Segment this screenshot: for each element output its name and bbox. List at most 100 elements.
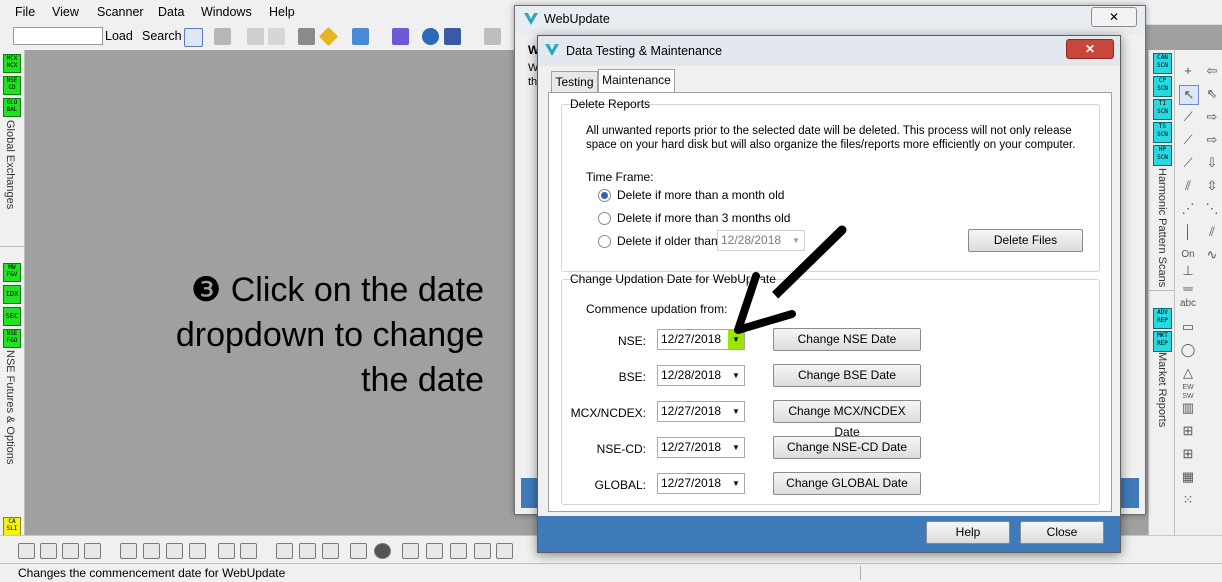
nse-cd-date-picker[interactable]: 12/27/2018 ▼	[657, 437, 745, 458]
nse-cd-chevron-down-icon[interactable]: ▼	[728, 438, 744, 457]
vertical-line-icon[interactable]: │	[1179, 223, 1197, 241]
rectangle-icon[interactable]: ▭	[1179, 318, 1197, 336]
line-tool-icon[interactable]: ⟋	[1179, 154, 1197, 172]
pattern-abc-icon[interactable]	[40, 543, 57, 559]
crosshair-icon[interactable]: +	[1179, 62, 1197, 80]
diamond-tool-icon[interactable]	[318, 26, 339, 47]
notes-icon[interactable]	[484, 28, 501, 45]
radio-month-old[interactable]	[598, 189, 611, 202]
arrow-up-left-icon[interactable]: ⇖	[1203, 85, 1221, 103]
pattern-bar-icon[interactable]	[84, 543, 101, 559]
menu-data[interactable]: Data	[158, 5, 184, 19]
fib-arc-icon[interactable]	[299, 543, 316, 559]
menu-scanner[interactable]: Scanner	[97, 5, 144, 19]
mcx-ncdex-chevron-down-icon[interactable]: ▼	[728, 402, 744, 421]
arrow-left-icon[interactable]: ⇦	[1203, 62, 1221, 80]
mkt-rep-button[interactable]: MKT REP	[1153, 331, 1172, 352]
change-global-date-button[interactable]: Change GLOBAL Date	[773, 472, 921, 495]
regression-icon[interactable]: ⋱	[1203, 200, 1221, 218]
arrow-right-icon[interactable]: ⇨	[1203, 108, 1221, 126]
search-button[interactable]: Search	[142, 29, 182, 43]
cycle-lines-icon[interactable]	[350, 543, 367, 559]
channel-icon[interactable]: ⫽	[1203, 223, 1221, 241]
nse-fo-button[interactable]: NSE F&O	[3, 329, 21, 348]
ca-sli-button[interactable]: CA SLI	[3, 517, 21, 536]
delete-files-button[interactable]: Delete Files	[968, 229, 1083, 252]
gann-icon[interactable]: ⊞	[1179, 422, 1197, 440]
nse-cd-button[interactable]: NSE CD	[3, 76, 21, 95]
globe-icon[interactable]	[422, 28, 439, 45]
angle-icon[interactable]	[402, 543, 419, 559]
bse-chevron-down-icon[interactable]: ▼	[728, 366, 744, 385]
m-tool-icon[interactable]	[352, 28, 369, 45]
ts-scn-button[interactable]: TS SCN	[1153, 122, 1172, 143]
pattern-w-icon[interactable]	[62, 543, 79, 559]
layout-icon[interactable]	[444, 28, 461, 45]
pointer-icon[interactable]: ↖	[1179, 85, 1199, 105]
bars-icon[interactable]: ▥	[1179, 399, 1197, 417]
ruler-icon[interactable]	[240, 543, 257, 559]
mp-icon[interactable]	[374, 543, 391, 559]
tab-testing[interactable]: Testing	[551, 71, 598, 92]
hp-scn-button[interactable]: HP SCN	[1153, 145, 1172, 166]
save-icon[interactable]	[214, 28, 231, 45]
harmonic-4-icon[interactable]	[189, 543, 206, 559]
help-button[interactable]: Help	[926, 521, 1010, 544]
speed-icon[interactable]	[426, 543, 443, 559]
mcx-ncdex-date-picker[interactable]: 12/27/2018 ▼	[657, 401, 745, 422]
mcx-ncx-button[interactable]: MCX NCX	[3, 54, 21, 73]
sec-button[interactable]: SEC	[3, 307, 21, 326]
bse-date-picker[interactable]: 12/28/2018 ▼	[657, 365, 745, 386]
harmonic-3-icon[interactable]	[166, 543, 183, 559]
fib-icon[interactable]: ⊥	[1179, 262, 1197, 280]
radio-older-than[interactable]	[598, 235, 611, 248]
chart-cursor-icon[interactable]	[184, 28, 203, 47]
dialog-close-button[interactable]: ✕	[1066, 39, 1114, 59]
global-date-picker[interactable]: 12/27/2018 ▼	[657, 473, 745, 494]
pattern-123-icon[interactable]	[18, 543, 35, 559]
menu-windows[interactable]: Windows	[201, 5, 252, 19]
global-chevron-down-icon[interactable]: ▼	[728, 474, 744, 493]
close-button[interactable]: Close	[1020, 521, 1104, 544]
arrow-tool-icon[interactable]	[474, 543, 491, 559]
fib-fan-icon[interactable]	[276, 543, 293, 559]
idx-button[interactable]: IDX	[3, 285, 21, 304]
symbol-search-input[interactable]	[13, 27, 103, 45]
tab-maintenance[interactable]: Maintenance	[598, 69, 675, 92]
cycle-icon[interactable]: ∿	[1203, 246, 1221, 264]
can-scn-button[interactable]: CAN SCN	[1153, 53, 1172, 74]
change-bse-date-button[interactable]: Change BSE Date	[773, 364, 921, 387]
ellipse-icon[interactable]: ◯	[1179, 341, 1197, 359]
grid-icon[interactable]: ⊞	[1179, 445, 1197, 463]
load-button[interactable]: Load	[105, 29, 133, 43]
fib-retrace-icon[interactable]	[322, 543, 339, 559]
triangle-icon[interactable]: △	[1179, 364, 1197, 382]
text-tool[interactable]: abc	[1179, 295, 1197, 313]
harmonic-2-icon[interactable]	[143, 543, 160, 559]
trendline-icon[interactable]: ⟋	[1179, 108, 1197, 126]
arrow-double-icon[interactable]: ⇨	[1203, 131, 1221, 149]
adv-rep-button[interactable]: ADV REP	[1153, 308, 1172, 329]
matrix-icon[interactable]: ▦	[1179, 468, 1197, 486]
mw-fv-button[interactable]: MW F&V	[3, 263, 21, 282]
parallel-lines-icon[interactable]: ⫽	[1179, 177, 1197, 195]
indicator-icon[interactable]	[298, 28, 315, 45]
webupdate-close-button[interactable]: ✕	[1091, 7, 1137, 27]
fan-icon[interactable]: ⋰	[1179, 200, 1197, 218]
ti-scn-button[interactable]: TI SCN	[1153, 99, 1172, 120]
harmonic-1-icon[interactable]	[120, 543, 137, 559]
dots-icon[interactable]: ⁙	[1179, 491, 1197, 509]
measure-icon[interactable]	[218, 543, 235, 559]
gann-box-icon[interactable]	[450, 543, 467, 559]
print-preview-icon[interactable]	[268, 28, 285, 45]
global-button[interactable]: GLO BAL	[3, 98, 21, 117]
change-nse-cd-date-button[interactable]: Change NSE-CD Date	[773, 436, 921, 459]
menu-file[interactable]: File	[15, 5, 35, 19]
ray-icon[interactable]: ⟋	[1179, 131, 1197, 149]
arrow-down-icon[interactable]: ⇩	[1203, 154, 1221, 172]
change-mcx-ncdex-date-button[interactable]: Change MCX/NCDEX Date	[773, 400, 921, 439]
cp-scn-button[interactable]: CP SCN	[1153, 76, 1172, 97]
abc-tool-icon[interactable]	[496, 543, 513, 559]
print-icon[interactable]	[247, 28, 264, 45]
menu-view[interactable]: View	[52, 5, 79, 19]
